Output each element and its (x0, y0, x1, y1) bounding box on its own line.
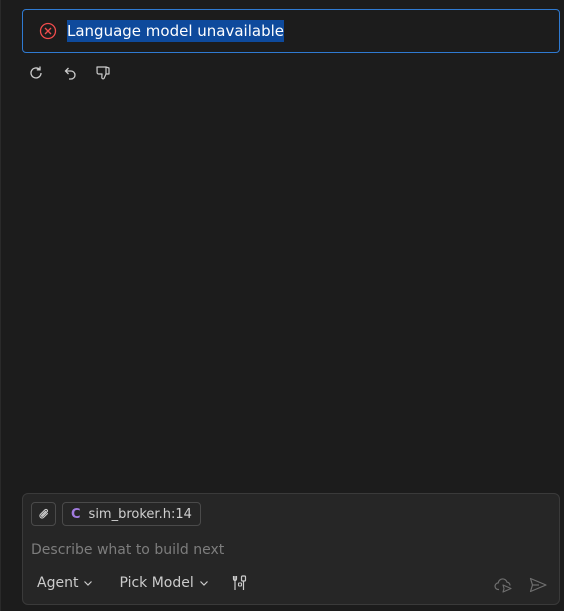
thumbs-down-button[interactable] (93, 62, 115, 84)
chevron-down-icon (199, 581, 208, 586)
chat-panel: Language model unavailable C sim_broker.… (0, 0, 564, 611)
attach-button[interactable] (31, 502, 56, 526)
send-tools (493, 574, 549, 596)
error-text: Language model unavailable (67, 20, 284, 42)
paperclip-icon (38, 508, 48, 519)
cloud-send-icon (494, 578, 512, 593)
tools-icon (232, 575, 246, 590)
delegate-cloud-button[interactable] (493, 574, 515, 596)
model-label: Pick Model (119, 575, 194, 591)
chat-composer: C sim_broker.h:14 Agent Pick Model (22, 493, 560, 605)
model-dropdown[interactable]: Pick Model (113, 573, 214, 593)
response-actions (25, 62, 115, 84)
context-file-label: sim_broker.h:14 (88, 506, 192, 522)
send-icon (529, 577, 547, 593)
error-circle-icon (39, 22, 57, 40)
undo-icon (64, 67, 76, 80)
tools-button[interactable] (229, 572, 251, 594)
prompt-input[interactable] (31, 538, 531, 562)
chevron-down-icon (84, 581, 93, 586)
mode-dropdown[interactable]: Agent (31, 573, 99, 593)
mode-label: Agent (37, 575, 79, 591)
composer-toolbar: Agent Pick Model (31, 572, 251, 594)
c-file-icon: C (71, 506, 81, 522)
undo-button[interactable] (59, 62, 81, 84)
thumbs-down-icon (96, 66, 110, 80)
refresh-icon (30, 66, 42, 79)
error-message[interactable]: Language model unavailable (22, 9, 560, 53)
retry-button[interactable] (25, 62, 47, 84)
send-button[interactable] (527, 574, 549, 596)
context-file-chip[interactable]: C sim_broker.h:14 (62, 502, 201, 526)
